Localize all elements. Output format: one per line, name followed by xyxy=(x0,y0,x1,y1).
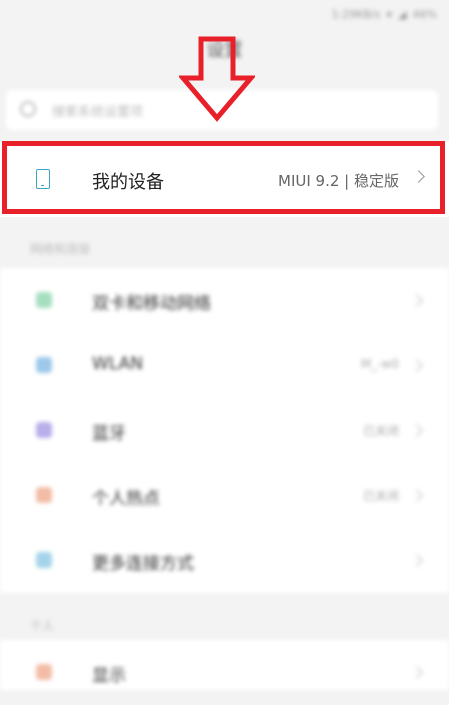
list-item-label: 双卡和移动网络 xyxy=(92,294,211,314)
red-highlight-box xyxy=(2,141,445,214)
display-icon xyxy=(36,664,52,680)
chevron-right-icon xyxy=(410,554,423,567)
down-arrow-annotation xyxy=(179,36,255,122)
list-item[interactable]: 双卡和移动网络 xyxy=(0,268,449,333)
status-bar: 1:29KB/s ▾ ◢ 46% xyxy=(0,0,449,30)
status-icons: 1:29KB/s ▾ ◢ 46% xyxy=(332,8,437,21)
chevron-right-icon xyxy=(410,359,423,372)
wifi-icon xyxy=(36,357,52,373)
section-personal: 个人 xyxy=(30,619,55,633)
list-item[interactable]: 蓝牙 已关闭 xyxy=(0,398,449,463)
wifi-status-icon: ▾ xyxy=(386,8,393,21)
chevron-right-icon xyxy=(410,666,423,679)
list-item-label: 蓝牙 xyxy=(92,424,126,444)
list-item-label: 个人热点 xyxy=(92,489,160,509)
chevron-right-icon xyxy=(410,424,423,437)
list-item-value: 已关闭 xyxy=(362,424,399,438)
list-item[interactable]: WLAN M_-w0 xyxy=(0,333,449,398)
list-item-value: M_-w0 xyxy=(360,357,399,371)
bluetooth-icon xyxy=(36,422,52,438)
chevron-right-icon xyxy=(410,294,423,307)
section-network: 网络和连接 xyxy=(30,242,91,256)
list-item[interactable]: 个人热点 已关闭 xyxy=(0,463,449,528)
chevron-right-icon xyxy=(410,489,423,502)
baidu-watermark: Baidu 经验 xyxy=(330,644,419,663)
list-item-label: 显示 xyxy=(92,666,126,686)
search-icon xyxy=(20,101,36,117)
network-list: 双卡和移动网络 WLAN M_-w0 蓝牙 已关闭 个人热点 已关闭 更多连接方式 xyxy=(0,268,449,593)
battery-level: 46% xyxy=(412,8,437,21)
network-speed: 1:29KB/s xyxy=(331,8,381,21)
more-connections-icon xyxy=(36,552,52,568)
search-placeholder: 搜索系统设置项 xyxy=(52,105,144,120)
list-item-label: WLAN xyxy=(92,354,144,374)
sim-icon xyxy=(36,292,52,308)
list-item-label: 更多连接方式 xyxy=(92,554,194,574)
list-item[interactable]: 更多连接方式 xyxy=(0,528,449,593)
list-item-value: 已关闭 xyxy=(362,489,399,503)
hotspot-icon xyxy=(36,487,52,503)
signal-icon: ◢ xyxy=(398,8,407,21)
